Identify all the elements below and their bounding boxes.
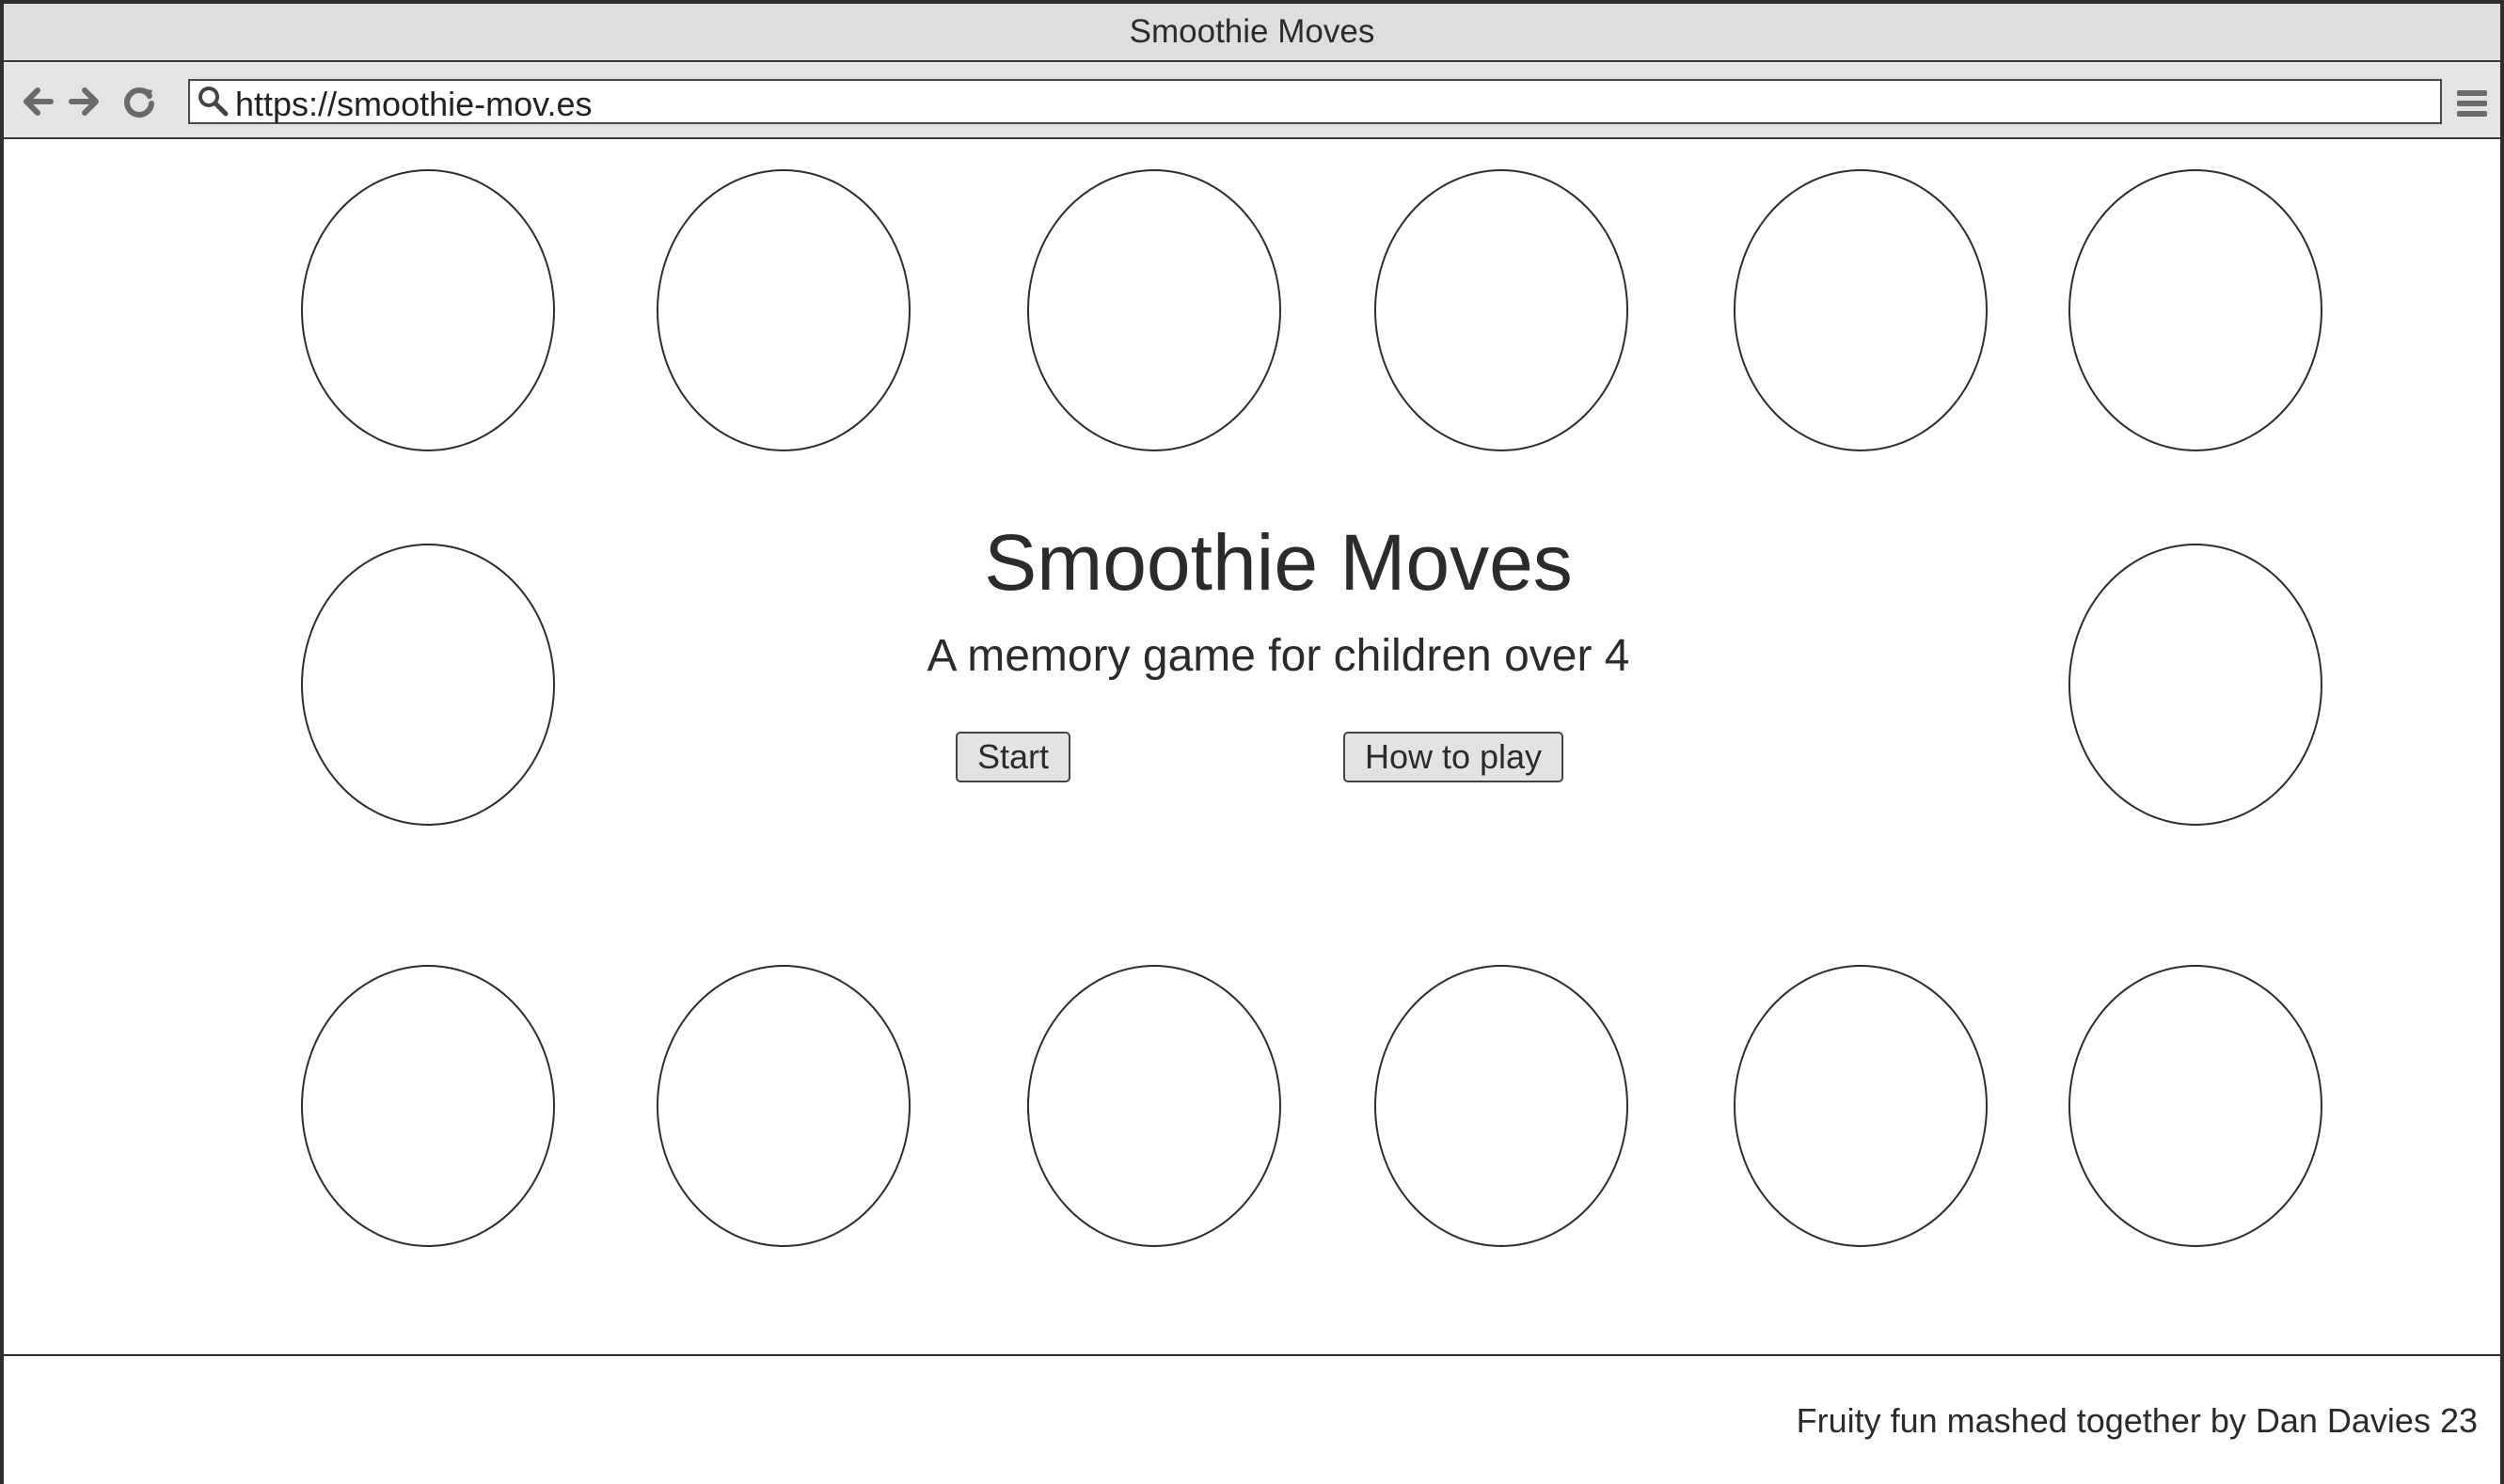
start-button[interactable]: Start [956,732,1070,782]
memory-card[interactable] [1374,965,1628,1247]
game-title: Smoothie Moves [984,518,1573,607]
reload-button[interactable] [120,83,158,120]
menu-button[interactable] [2453,85,2491,122]
footer-credit: Fruity fun mashed together by Dan Davies… [1796,1401,2478,1440]
forward-button[interactable] [66,83,103,120]
memory-card[interactable] [2068,965,2322,1247]
page-footer: Fruity fun mashed together by Dan Davies… [4,1354,2500,1484]
memory-card[interactable] [1734,169,1988,451]
memory-card[interactable] [1027,169,1281,451]
address-bar[interactable]: https://smoothie-mov.es [188,79,2442,124]
window-title-bar: Smoothie Moves [4,4,2500,62]
memory-card[interactable] [1734,965,1988,1247]
memory-card[interactable] [1374,169,1628,451]
back-button[interactable] [19,83,56,120]
memory-card[interactable] [301,169,555,451]
how-to-play-button[interactable]: How to play [1343,732,1563,782]
memory-card[interactable] [657,169,911,451]
back-arrow-icon [24,87,54,116]
hamburger-menu-icon [2457,90,2487,117]
game-board: Smoothie Moves A memory game for childre… [4,141,2500,1354]
forward-arrow-icon [69,87,99,116]
memory-card[interactable] [1027,965,1281,1247]
search-icon [190,81,235,122]
url-text[interactable]: https://smoothie-mov.es [235,78,592,125]
game-subtitle: A memory game for children over 4 [927,631,1630,681]
memory-card[interactable] [2068,169,2322,451]
memory-card[interactable] [657,965,911,1247]
window-title: Smoothie Moves [1129,13,1375,50]
reload-icon [124,87,154,118]
browser-toolbar: https://smoothie-mov.es [4,62,2500,139]
memory-card[interactable] [301,965,555,1247]
browser-window: Smoothie Moves https://smoothie-mov.es S… [0,0,2504,1484]
